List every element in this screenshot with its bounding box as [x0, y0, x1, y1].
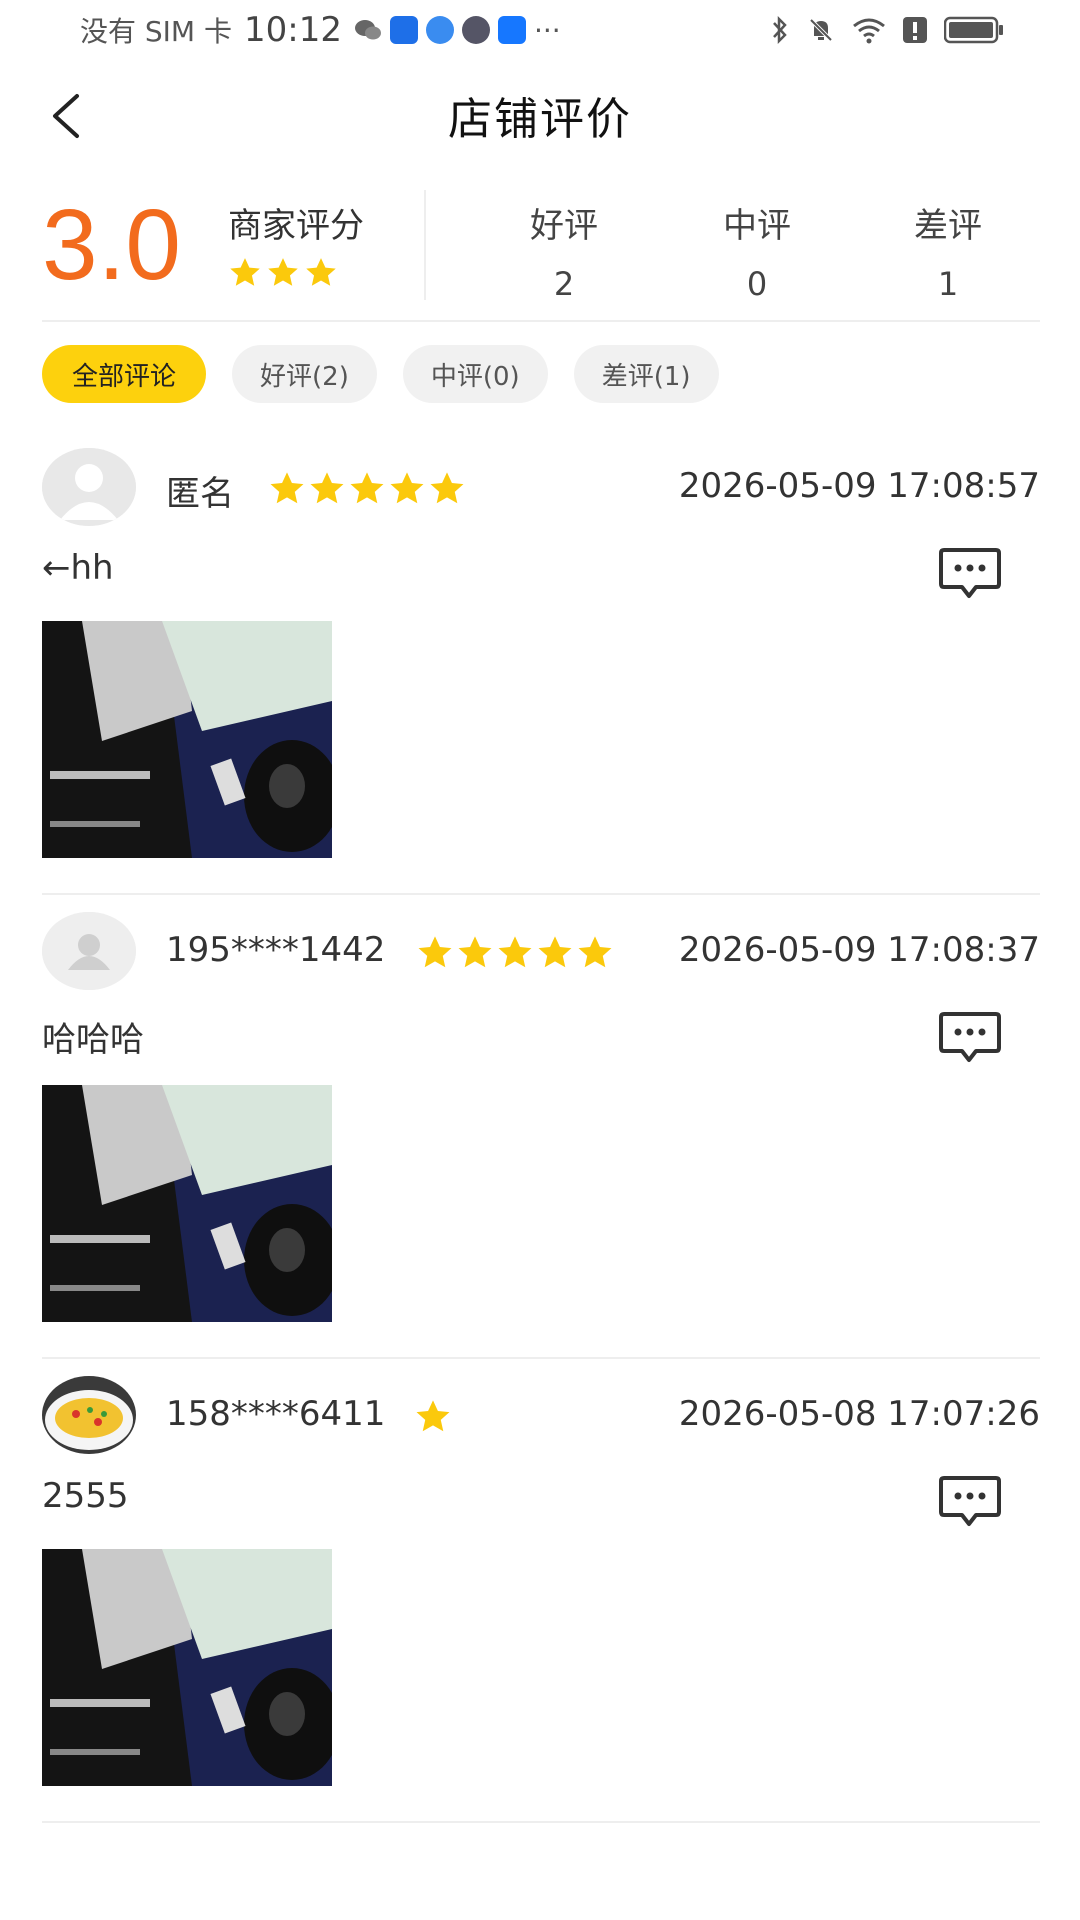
- review-username: 匿名: [166, 474, 234, 514]
- default-avatar-icon: [42, 448, 136, 526]
- review-username: 158****6411: [166, 1394, 386, 1434]
- rating-summary: 3.0 商家评分 好评 2 中评 0 差评 1: [42, 190, 1040, 322]
- default-avatar-icon: [42, 912, 136, 990]
- wifi-icon: [853, 18, 885, 44]
- review-photo[interactable]: [42, 1549, 332, 1786]
- status-bar: 没有 SIM 卡 10:12 ···: [0, 0, 1080, 60]
- reply-button[interactable]: [938, 1474, 1002, 1530]
- review-item: 158****6411 2026-05-08 17:07:26 2555: [42, 1376, 1040, 1823]
- review-text: ←hh: [42, 548, 114, 588]
- review-photo-image: [42, 1549, 332, 1786]
- avatar: [42, 448, 136, 526]
- review-date: 2026-05-09 17:08:37: [678, 930, 1040, 970]
- lightbulb-app-icon: [389, 16, 418, 44]
- review-text: 哈哈哈: [42, 1020, 144, 1060]
- star-icon: [416, 1400, 450, 1432]
- avatar: [42, 1376, 136, 1454]
- star-icon: [350, 472, 384, 504]
- star-icon: [538, 936, 572, 968]
- star-icon: [268, 258, 298, 286]
- stat-bad-label: 差评: [914, 206, 982, 246]
- review-date: 2026-05-08 17:07:26: [678, 1394, 1040, 1434]
- review-photo[interactable]: [42, 621, 332, 858]
- status-left: 没有 SIM 卡 10:12 ···: [80, 10, 561, 50]
- carrier-text: 没有 SIM 卡: [80, 15, 232, 48]
- review-stars: [268, 470, 466, 508]
- star-icon: [230, 258, 260, 286]
- chevron-left-icon: [53, 94, 79, 138]
- stat-neutral: 中评 0: [687, 198, 827, 303]
- page-title: 店铺评价: [448, 94, 632, 145]
- status-time: 10:12: [244, 10, 342, 50]
- review-item: 195****1442 2026-05-09 17:08:37 哈哈哈: [42, 912, 1040, 1359]
- star-icon: [390, 472, 424, 504]
- stat-neutral-count: 0: [746, 265, 768, 303]
- review-date: 2026-05-09 17:08:57: [678, 466, 1040, 506]
- summary-divider: [424, 190, 426, 300]
- more-notifications-icon: ···: [533, 13, 561, 47]
- star-icon: [578, 936, 612, 968]
- comment-icon: [939, 548, 1001, 598]
- alert-icon: [903, 17, 927, 43]
- merchant-score-label: 商家评分: [228, 206, 364, 246]
- merchant-score-stars: [228, 256, 338, 290]
- comment-icon: [939, 1012, 1001, 1062]
- review-item: 匿名 2026-05-09 17:08:57 ←hh: [42, 448, 1040, 895]
- filter-good[interactable]: 好评(2): [232, 345, 377, 403]
- stat-good-label: 好评: [530, 206, 598, 246]
- alipay-icon: [497, 16, 526, 44]
- review-photo-image: [42, 621, 332, 858]
- stat-good: 好评 2: [494, 198, 634, 303]
- review-username: 195****1442: [166, 930, 386, 970]
- filter-all[interactable]: 全部评论: [42, 345, 207, 403]
- wechat-icon: [354, 20, 381, 40]
- filter-neutral[interactable]: 中评(0): [402, 345, 548, 403]
- review-stars: [414, 1398, 452, 1436]
- review-text: 2555: [42, 1476, 129, 1516]
- stat-bad-count: 1: [937, 265, 959, 303]
- star-icon: [306, 258, 336, 286]
- star-icon: [270, 472, 304, 504]
- review-photo-image: [42, 1085, 332, 1322]
- mute-bell-icon: [809, 18, 833, 42]
- star-icon: [458, 936, 492, 968]
- star-icon: [418, 936, 452, 968]
- back-button[interactable]: [40, 88, 90, 144]
- battery-icon: [944, 16, 1003, 44]
- stat-good-count: 2: [553, 265, 575, 303]
- avatar: [42, 912, 136, 990]
- avatar-app-icon: [461, 16, 490, 44]
- star-icon: [498, 936, 532, 968]
- bluetooth-icon: [773, 15, 787, 45]
- navigation-header: 店铺评价: [0, 60, 1080, 170]
- reply-button[interactable]: [938, 546, 1002, 602]
- food-photo-avatar-icon: [42, 1376, 136, 1454]
- comment-icon: [939, 1476, 1001, 1526]
- notification-icons: ···: [354, 14, 561, 47]
- merchant-score: 3.0: [42, 189, 182, 301]
- star-icon: [310, 472, 344, 504]
- review-filter-tabs: 全部评论 好评(2) 中评(0) 差评(1): [42, 345, 719, 403]
- filter-bad[interactable]: 差评(1): [573, 345, 719, 403]
- stat-neutral-label: 中评: [723, 206, 791, 246]
- review-stars: [416, 934, 614, 972]
- browser-app-icon: [425, 16, 454, 44]
- reply-button[interactable]: [938, 1010, 1002, 1066]
- review-photo[interactable]: [42, 1085, 332, 1322]
- stat-bad: 差评 1: [878, 198, 1018, 303]
- star-icon: [430, 472, 464, 504]
- status-right: [770, 15, 1004, 45]
